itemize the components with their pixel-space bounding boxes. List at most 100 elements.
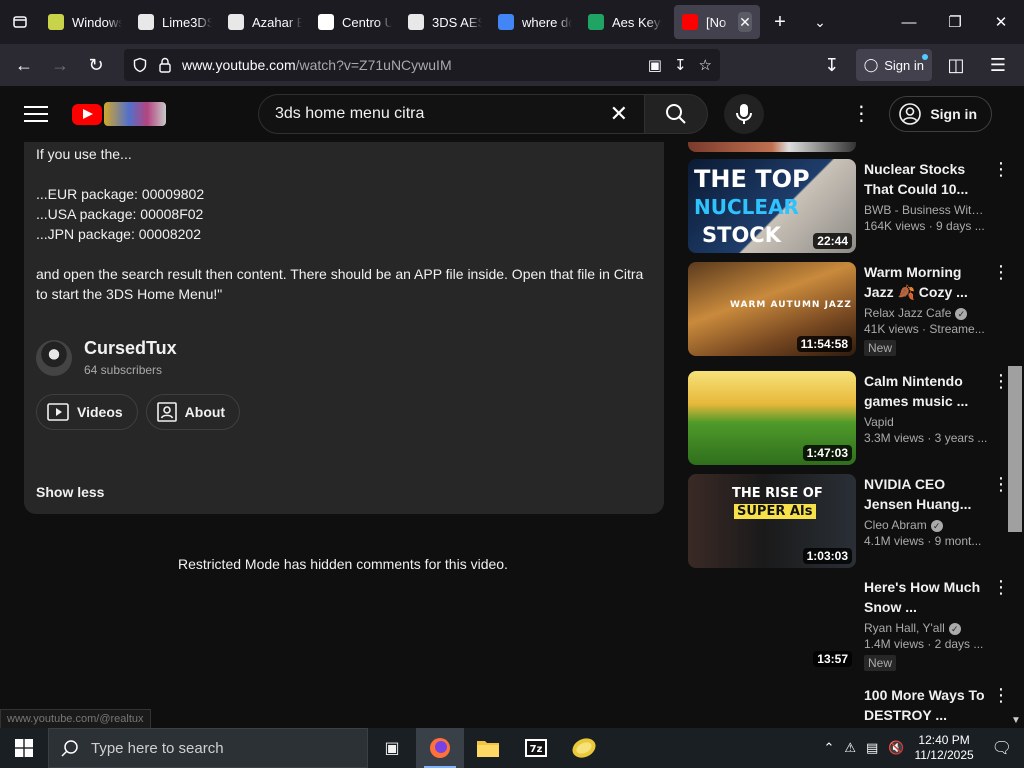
url-path: /watch?v=Z71uNCywuIM — [295, 57, 452, 73]
video-thumbnail[interactable] — [688, 685, 856, 728]
recommendation-item[interactable]: THE TOP NUCLEAR STOCK 22:44 Nuclear Stoc… — [688, 159, 1004, 253]
shield-icon[interactable] — [132, 57, 148, 73]
recommendation-item[interactable]: 13:57 Here's How Much Snow ... Ryan Hall… — [688, 577, 1004, 672]
maximize-button[interactable]: ❐ — [932, 0, 978, 44]
more-vertical-icon[interactable]: ⋮ — [992, 474, 1004, 495]
downloads-button[interactable]: ↧ — [814, 49, 850, 81]
volume-muted-icon[interactable]: 🔇 — [888, 740, 904, 756]
browser-tab[interactable]: Centro U — [310, 5, 400, 39]
url-bar[interactable]: www.youtube.com/watch?v=Z71uNCywuIM ▣ ↧ … — [124, 49, 720, 81]
forward-button[interactable]: → — [42, 49, 78, 81]
task-view-button[interactable]: ▣ — [368, 728, 416, 768]
video-title[interactable]: NVIDIA CEO Jensen Huang... — [864, 474, 988, 514]
clear-search-icon[interactable]: ✕ — [610, 101, 628, 127]
recommendation-item[interactable]: THE RISE OF SUPER AIs 1:03:03 NVIDIA CEO… — [688, 474, 1004, 568]
youtube-header: 3ds home menu citra ✕ ⋮ Sign in — [0, 86, 1024, 142]
browser-tab[interactable]: Azahar E — [220, 5, 310, 39]
app-menu-button[interactable]: ☰ — [980, 49, 1016, 81]
network-icon[interactable]: ▤ — [866, 740, 878, 756]
system-clock[interactable]: 12:40 PM 11/12/2025 — [915, 733, 974, 763]
security-alert-icon[interactable]: ⚠ — [844, 740, 856, 756]
more-vertical-icon[interactable]: ⋮ — [992, 262, 1004, 283]
recommendation-item[interactable]: 1:47:03 Calm Nintendo games music ... Va… — [688, 371, 1004, 465]
youtube-logo[interactable] — [72, 102, 166, 126]
video-title[interactable]: Nuclear Stocks That Could 10... — [864, 159, 988, 199]
channel-about-button[interactable]: About — [145, 394, 241, 430]
verified-check-icon: ✓ — [930, 519, 943, 532]
youtube-signin-button[interactable]: Sign in — [889, 96, 992, 132]
new-badge: New — [864, 655, 897, 671]
video-thumbnail[interactable]: 1:47:03 — [688, 371, 856, 465]
channel-name[interactable]: CursedTux — [84, 338, 177, 359]
new-tab-button[interactable]: + — [760, 5, 800, 39]
video-thumbnail[interactable]: WARM AUTUMN JAZZ 11:54:58 — [688, 262, 856, 356]
lime-icon — [572, 738, 596, 758]
lime-emulator-taskbar-button[interactable] — [560, 728, 608, 768]
list-all-tabs-button[interactable]: ⌄ — [800, 5, 840, 39]
video-thumbnail[interactable]: THE TOP NUCLEAR STOCK 22:44 — [688, 159, 856, 253]
picture-in-picture-icon[interactable]: ▣ — [648, 56, 662, 74]
channel-videos-button[interactable]: Videos — [36, 394, 138, 430]
more-vertical-icon[interactable]: ⋮ — [992, 371, 1004, 392]
video-channel[interactable]: Vapid — [864, 415, 988, 429]
video-channel[interactable]: BWB - Business With ... — [864, 203, 988, 217]
browser-tab[interactable]: Aes Keys — [580, 5, 670, 39]
7zip-taskbar-button[interactable]: 7z — [512, 728, 560, 768]
description-line: and open the search result then content.… — [36, 266, 644, 302]
search-button[interactable] — [644, 94, 708, 134]
browser-tab[interactable]: 3DS AES — [400, 5, 490, 39]
show-hidden-icons-chevron-icon[interactable]: ⌃ — [823, 740, 834, 756]
video-channel[interactable]: Cleo Abram ✓ — [864, 518, 988, 532]
recommendation-item[interactable]: WARM AUTUMN JAZZ 11:54:58 Warm Morning J… — [688, 262, 1004, 357]
video-title[interactable]: Calm Nintendo games music ... — [864, 371, 988, 411]
taskbar-search-box[interactable]: Type here to search — [48, 728, 368, 768]
back-button[interactable]: ← — [6, 49, 42, 81]
video-title[interactable]: Warm Morning Jazz 🍂 Cozy ... — [864, 262, 988, 302]
tab-overview-button[interactable] — [0, 0, 40, 44]
voice-search-button[interactable] — [724, 94, 764, 134]
firefox-taskbar-button[interactable] — [416, 728, 464, 768]
video-title[interactable]: Here's How Much Snow ... — [864, 577, 988, 617]
show-less-button[interactable]: Show less — [36, 484, 104, 500]
close-icon: ✕ — [994, 14, 1008, 31]
lock-icon[interactable] — [158, 57, 172, 73]
video-channel[interactable]: Ryan Hall, Y'all ✓ — [864, 621, 988, 635]
video-views: 4.1M views · 9 mont... — [864, 534, 982, 548]
file-explorer-taskbar-button[interactable] — [464, 728, 512, 768]
more-vertical-icon[interactable]: ⋮ — [992, 159, 1004, 180]
browser-tab[interactable]: Windows — [40, 5, 130, 39]
close-tab-icon[interactable]: ✕ — [737, 12, 752, 32]
minimize-button[interactable]: — — [886, 0, 932, 44]
more-vertical-icon[interactable]: ⋮ — [992, 577, 1004, 598]
search-input[interactable]: 3ds home menu citra ✕ — [258, 94, 644, 134]
more-vertical-icon[interactable]: ⋮ — [992, 685, 1004, 706]
guide-menu-button[interactable] — [24, 106, 48, 122]
video-thumbnail[interactable]: 13:57 — [688, 577, 856, 671]
page-scrollbar[interactable]: ▼ — [1006, 142, 1024, 728]
extensions-button[interactable]: ◫ — [938, 49, 974, 81]
windows-taskbar: Type here to search ▣ 7z ⌃ ⚠ ▤ 🔇 12:40 P… — [0, 728, 1024, 768]
reload-button[interactable]: ↻ — [78, 49, 114, 81]
browser-tab-title: [No lo — [706, 14, 730, 30]
browser-tab[interactable]: where do — [490, 5, 580, 39]
scroll-down-arrow-icon[interactable]: ▼ — [1011, 715, 1021, 726]
scrollbar-thumb[interactable] — [1008, 366, 1022, 532]
previous-video-thumbnail[interactable] — [688, 142, 856, 152]
x-logo-icon — [318, 14, 334, 30]
video-channel-name: Relax Jazz Cafe — [864, 306, 952, 320]
arrow-left-icon: ← — [15, 54, 33, 75]
browser-tab[interactable]: [No lo ✕ — [674, 5, 760, 39]
bookmark-star-icon[interactable]: ☆ — [699, 56, 712, 74]
save-to-pocket-icon[interactable]: ↧ — [674, 56, 687, 74]
notification-center-icon[interactable]: 🗨 — [992, 738, 1012, 758]
close-window-button[interactable]: ✕ — [978, 0, 1024, 44]
video-channel[interactable]: Relax Jazz Cafe ✓ — [864, 306, 988, 320]
settings-kebab-button[interactable]: ⋮ — [851, 104, 871, 124]
account-signin-button[interactable]: ◯ Sign in — [855, 49, 932, 81]
video-title[interactable]: 100 More Ways To DESTROY ... — [864, 685, 988, 725]
recommendation-item[interactable]: 100 More Ways To DESTROY ... ⋮ — [688, 685, 1004, 728]
browser-tab[interactable]: Lime3DS — [130, 5, 220, 39]
channel-avatar[interactable] — [36, 339, 72, 376]
start-button[interactable] — [0, 728, 48, 768]
video-thumbnail[interactable]: THE RISE OF SUPER AIs 1:03:03 — [688, 474, 856, 568]
